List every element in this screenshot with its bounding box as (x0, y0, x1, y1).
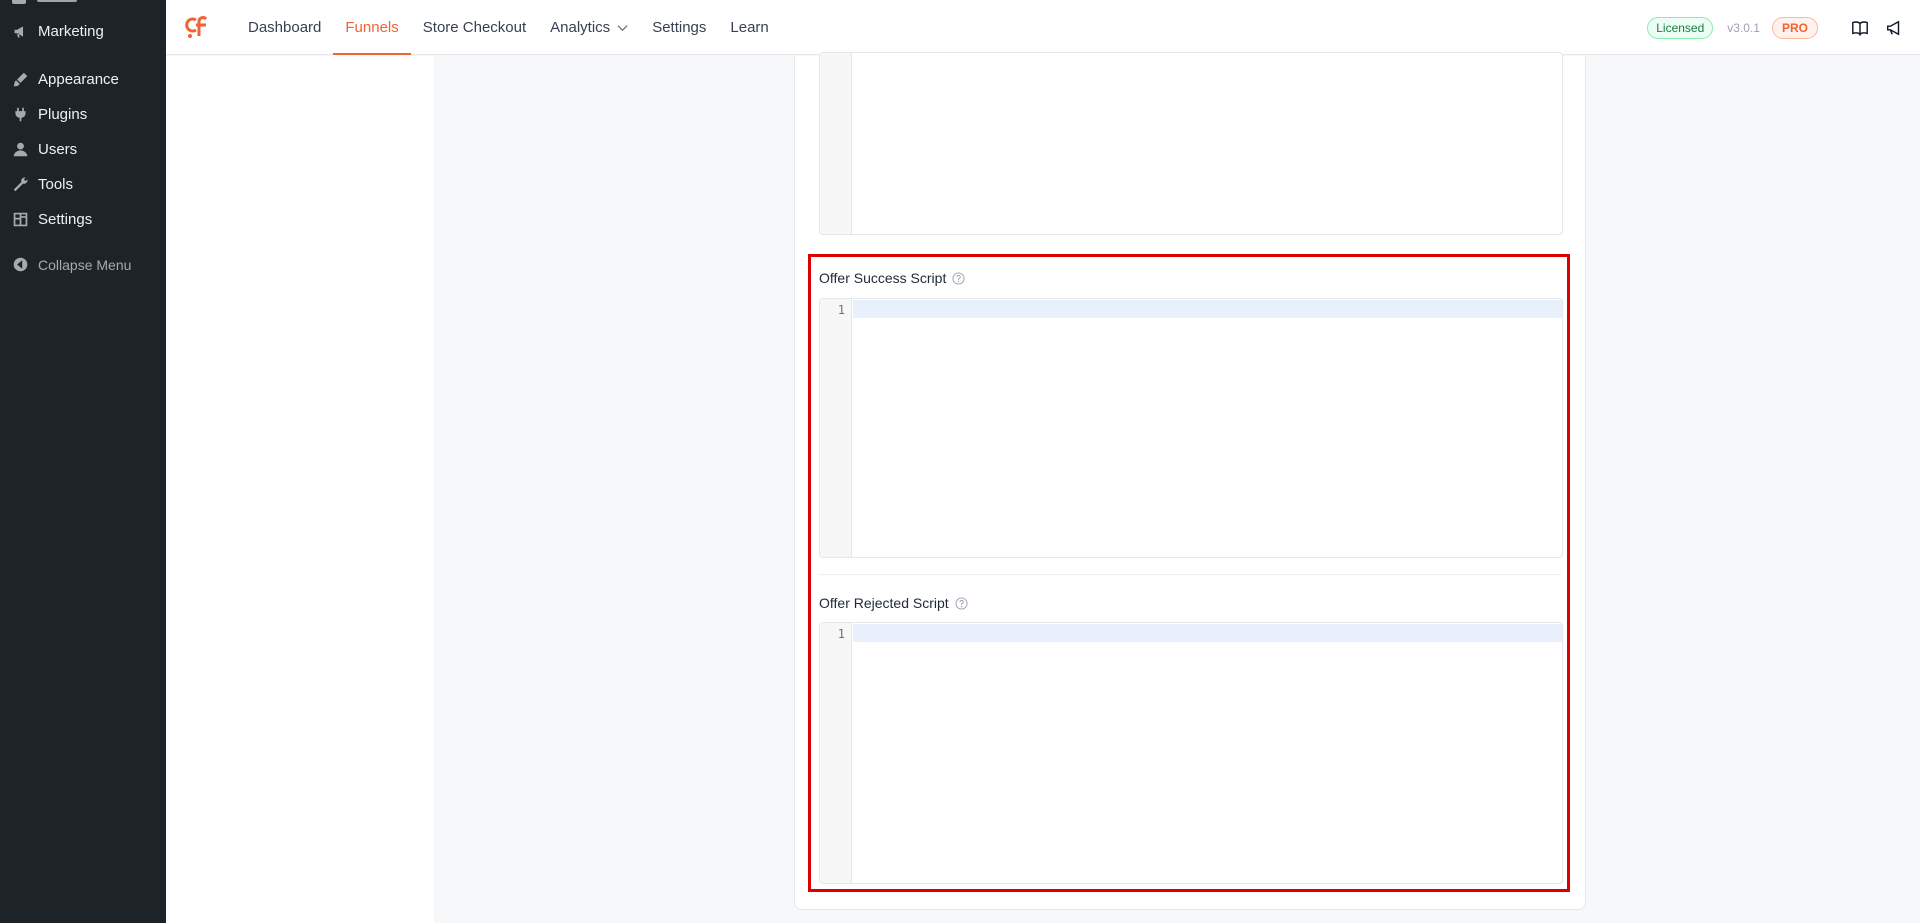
wp-menu-label: Users (38, 141, 78, 158)
chevron-down-icon (617, 25, 628, 32)
announcement-megaphone-icon[interactable] (1884, 18, 1904, 38)
plug-icon (11, 106, 29, 124)
menu-separator (0, 49, 166, 62)
wp-menu-item-tools[interactable]: Tools (0, 167, 166, 202)
nav-funnels[interactable]: Funnels (333, 0, 412, 55)
wp-menu-label: Plugins (38, 106, 88, 123)
nav-store-checkout[interactable]: Store Checkout (411, 0, 538, 55)
active-line-highlight (853, 300, 1562, 318)
section-divider (819, 574, 1561, 575)
wp-menu-label: Tools (38, 176, 74, 193)
offer-success-script-label: Offer Success Script (819, 270, 965, 286)
book-icon[interactable] (1850, 18, 1870, 38)
cut-off-menu-item (0, 0, 166, 6)
collapse-arrow-icon (11, 256, 29, 274)
wp-menu-item-settings[interactable]: Settings (0, 202, 166, 237)
nav-label: Learn (730, 19, 769, 36)
wp-menu-item-marketing[interactable]: Marketing (0, 14, 166, 49)
wp-admin-sidebar: Marketing Appearance Plugins Users Tools… (0, 0, 166, 923)
active-line-highlight (853, 624, 1562, 642)
line-number: 1 (837, 303, 845, 317)
previous-script-editor[interactable] (819, 52, 1563, 235)
wp-menu-item-users[interactable]: Users (0, 132, 166, 167)
offer-rejected-script-label: Offer Rejected Script (819, 595, 968, 611)
wp-menu-item-plugins[interactable]: Plugins (0, 97, 166, 132)
wrench-icon (11, 176, 29, 194)
nav-label: Settings (652, 19, 707, 36)
nav-learn[interactable]: Learn (718, 0, 780, 55)
nav-label: Funnels (345, 19, 399, 36)
line-number: 1 (837, 627, 845, 641)
help-icon[interactable] (955, 596, 968, 610)
megaphone-icon (11, 23, 29, 41)
main-nav: Dashboard Funnels Store Checkout Analyti… (236, 0, 781, 55)
nav-analytics[interactable]: Analytics (538, 0, 640, 55)
license-status-badge: Licensed (1647, 16, 1714, 39)
cartflows-logo-icon[interactable] (182, 12, 210, 40)
wp-menu-label: Marketing (38, 23, 104, 40)
collapse-menu-label: Collapse Menu (38, 256, 132, 273)
nav-label: Dashboard (248, 19, 322, 36)
cartflows-topbar: Dashboard Funnels Store Checkout Analyti… (166, 0, 1920, 55)
version-label: v3.0.1 (1727, 20, 1760, 35)
paintbrush-icon (11, 71, 29, 89)
wp-menu-label: Appearance (38, 71, 119, 88)
wp-menu-item-appearance[interactable]: Appearance (0, 62, 166, 97)
nav-settings[interactable]: Settings (640, 0, 718, 55)
line-number-gutter (820, 53, 852, 234)
offer-success-script-editor[interactable]: 1 (819, 298, 1563, 558)
content-left-area (166, 56, 434, 923)
user-icon (11, 141, 29, 159)
wp-admin-menu: Marketing Appearance Plugins Users Tools… (0, 14, 166, 282)
topbar-right-tools: Licensed v3.0.1 PRO (1647, 0, 1904, 55)
collapse-menu-button[interactable]: Collapse Menu (0, 247, 166, 282)
nav-dashboard[interactable]: Dashboard (236, 0, 333, 55)
settings-icon (11, 211, 29, 229)
help-icon[interactable] (952, 271, 965, 285)
line-number-gutter: 1 (820, 299, 852, 557)
nav-label: Analytics (550, 19, 611, 36)
field-label-text: Offer Success Script (819, 270, 947, 286)
nav-label: Store Checkout (422, 19, 527, 36)
offer-rejected-script-editor[interactable]: 1 (819, 622, 1563, 884)
scripts-settings-panel: Offer Success Script 1 Offer Rejected Sc… (794, 52, 1586, 910)
pro-badge: PRO (1771, 16, 1818, 39)
wp-menu-label: Settings (38, 211, 93, 228)
field-label-text: Offer Rejected Script (819, 595, 949, 611)
line-number-gutter: 1 (820, 623, 852, 883)
